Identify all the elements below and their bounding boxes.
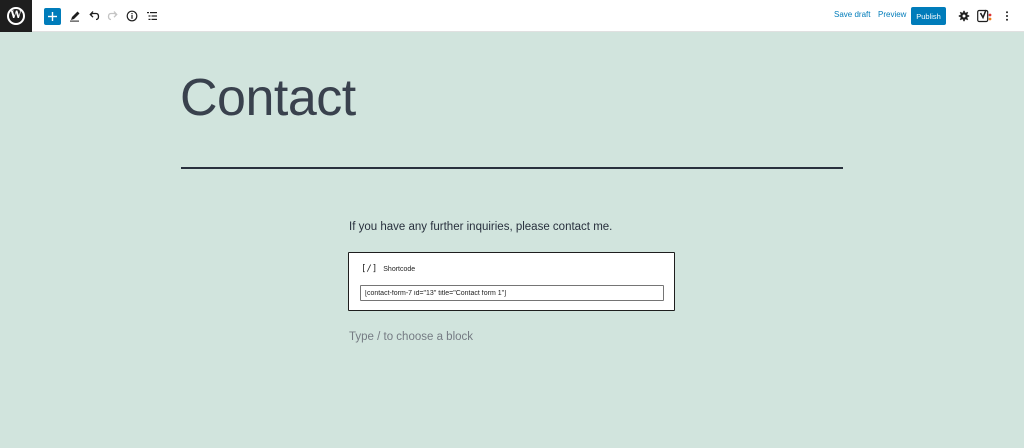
undo-button[interactable] [86,8,102,24]
yoast-seo-button[interactable] [977,8,993,24]
post-title[interactable]: Contact [180,72,356,124]
gear-icon [958,10,970,22]
redo-icon [107,11,118,21]
list-view-button[interactable] [144,8,160,24]
redo-button[interactable] [105,8,121,24]
separator-block[interactable] [181,167,843,169]
paragraph-block[interactable]: If you have any further inquiries, pleas… [349,221,612,233]
save-draft-button[interactable]: Save draft [834,10,870,19]
shortcode-input[interactable] [360,285,664,301]
list-view-icon [147,12,157,20]
info-icon [126,10,138,22]
options-button[interactable] [999,8,1015,24]
shortcode-label: Shortcode [383,265,416,273]
tools-button[interactable] [67,8,83,24]
plus-icon [48,12,57,21]
yoast-icon [977,9,992,23]
more-vertical-icon [1006,11,1008,21]
shortcode-block-header: [/] Shortcode [361,264,415,274]
details-button[interactable] [124,8,140,24]
preview-button[interactable]: Preview [878,10,906,19]
undo-icon [89,11,100,21]
editor-top-toolbar: W Save draft Preview Publish [0,0,1024,32]
shortcode-block[interactable]: [/] Shortcode [348,252,675,311]
block-appender-placeholder[interactable]: Type / to choose a block [349,331,473,343]
shortcode-icon: [/] [361,264,378,274]
wordpress-icon[interactable]: W [0,0,32,32]
add-block-button[interactable] [44,8,61,25]
pencil-icon [70,11,80,22]
publish-button[interactable]: Publish [911,7,946,25]
settings-button[interactable] [956,8,972,24]
wordpress-logo-mark: W [7,7,25,25]
